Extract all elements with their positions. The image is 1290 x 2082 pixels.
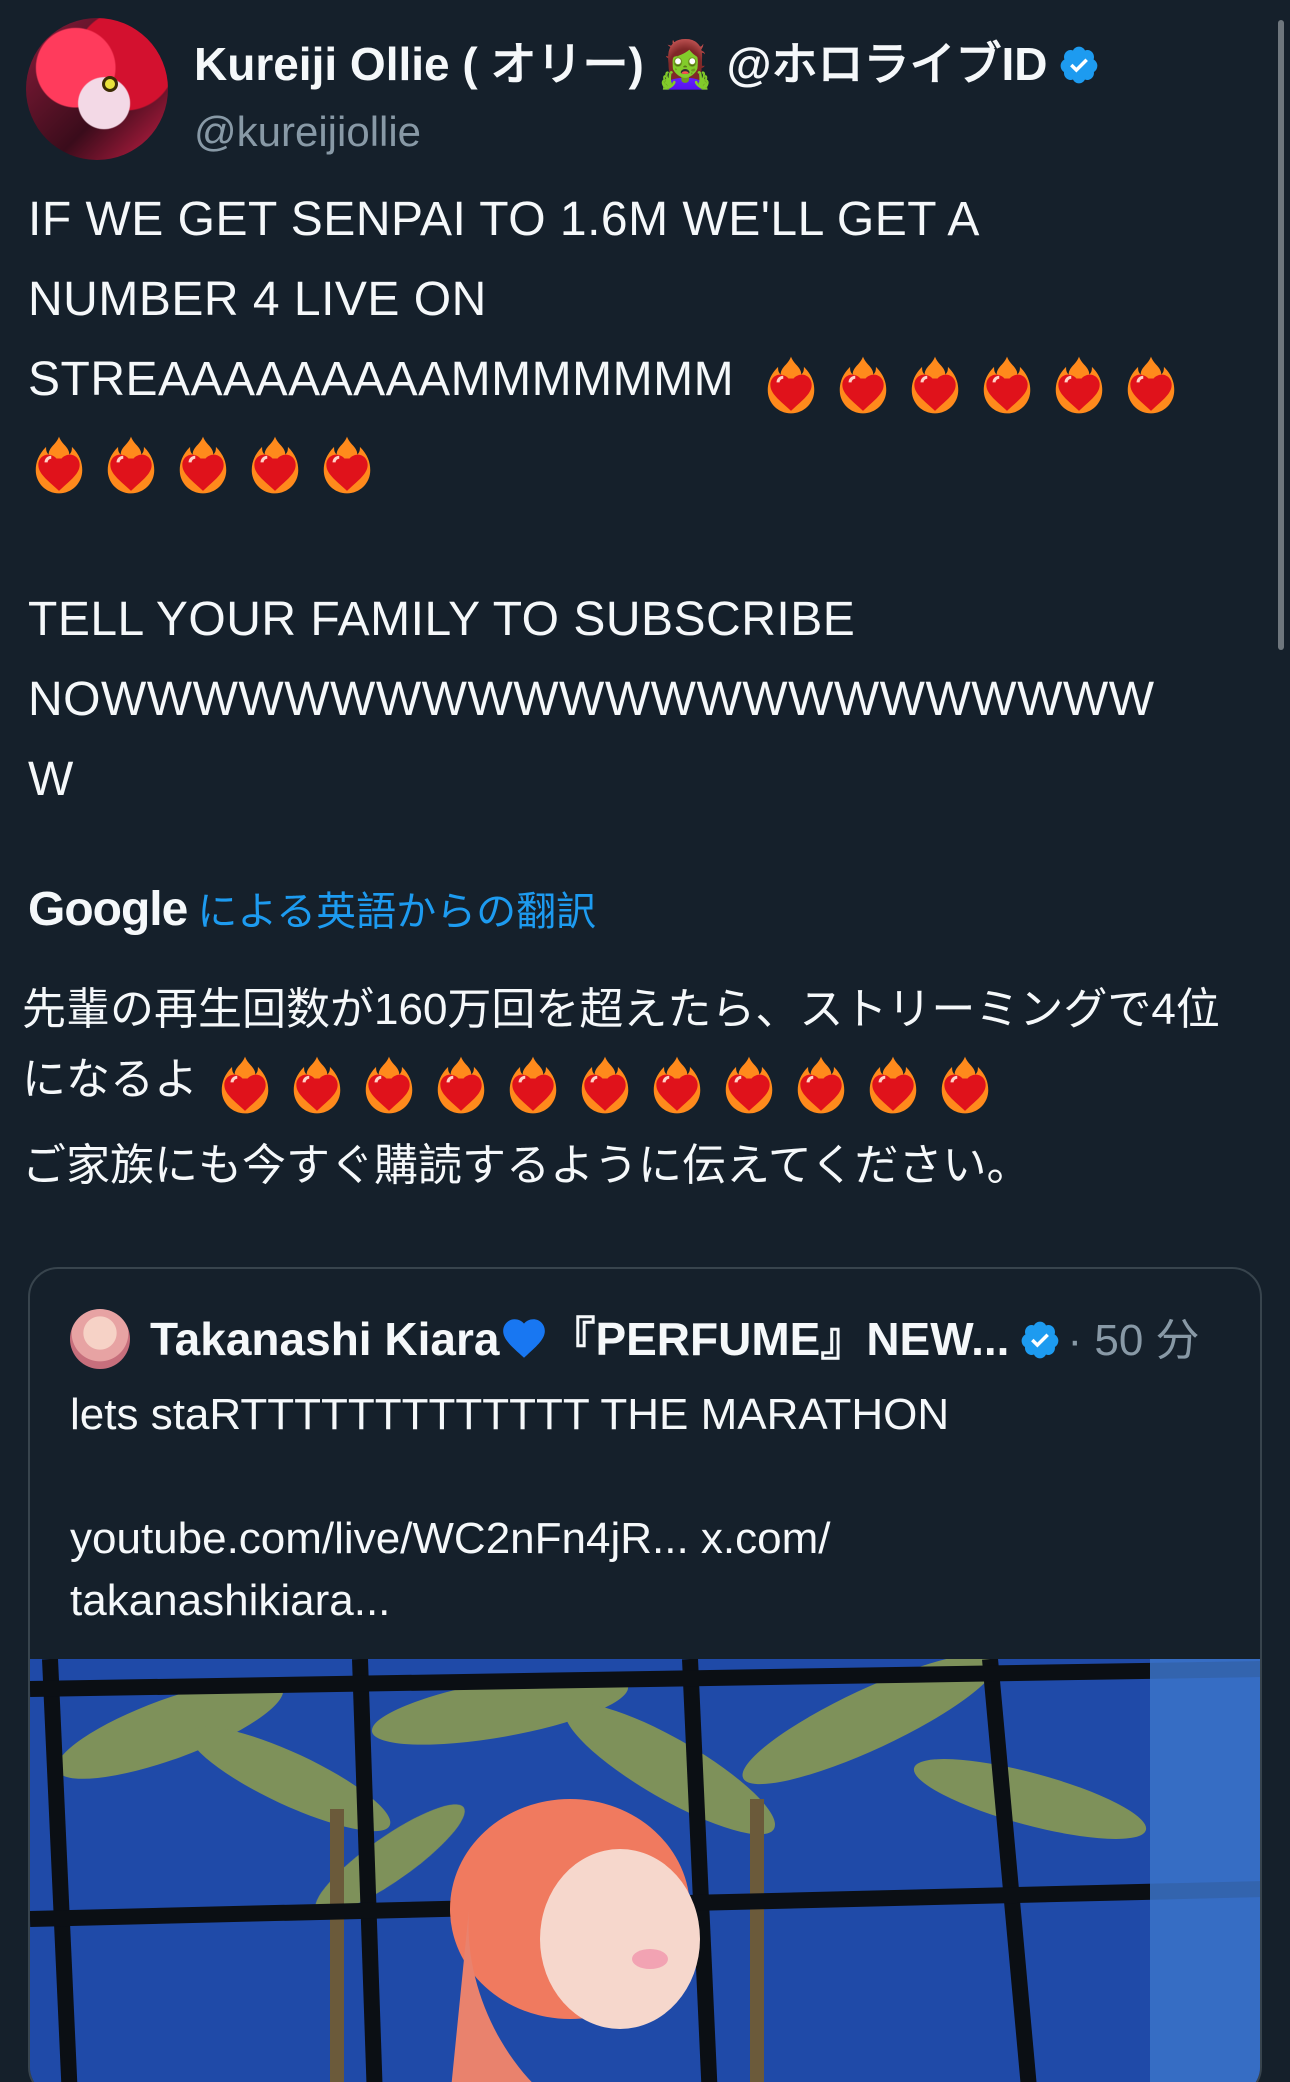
quoted-tweet-media[interactable] (30, 1659, 1260, 2082)
quoted-link-line[interactable]: takanashikiara... (70, 1570, 1220, 1632)
tweet-line: IF WE GET SENPAI TO 1.6M WE'LL GET A (28, 193, 980, 246)
heart-on-fire-emoji (869, 1056, 917, 1114)
google-logo-text: Google (28, 883, 188, 936)
heart-on-fire-emoji (581, 1056, 629, 1114)
verified-badge-icon (1060, 46, 1097, 84)
heart-on-fire-emoji (653, 1056, 701, 1114)
quoted-tweet-time: · 50 分 (1067, 1316, 1200, 1365)
author-avatar[interactable] (26, 18, 168, 160)
tweet-line: STREAAAAAAAAAMMMMMMM (28, 340, 1258, 420)
tweet-detail-screen: Kureiji Ollie ( オリー) 🧟‍♀️ @ホロライブID @kure… (0, 0, 1290, 2082)
tweet-line (28, 420, 1258, 500)
heart-emoji-row (214, 1047, 1006, 1117)
heart-on-fire-emoji (1055, 356, 1103, 414)
heart-on-fire-emoji (179, 436, 227, 494)
translated-line: ご家族にも今すぐ購読するように伝えてください。 (22, 1141, 1031, 1190)
heart-on-fire-emoji (983, 356, 1031, 414)
tweet-line: W (28, 753, 74, 806)
translation-credit[interactable]: Google による英語からの翻訳 (28, 880, 596, 940)
tweet-body: IF WE GET SENPAI TO 1.6M WE'LL GET A NUM… (28, 180, 1258, 820)
verified-badge-icon (1022, 1321, 1059, 1359)
quoted-tweet-card[interactable]: Takanashi Kiara 『PERFUME』NEW... · 50 分 let… (28, 1267, 1262, 2082)
heart-emoji-row (760, 342, 1192, 422)
heart-on-fire-emoji (323, 436, 371, 494)
heart-on-fire-emoji (725, 1056, 773, 1114)
translated-body: 先輩の再生回数が160万回を超えたら、ストリーミングで4位 になるよ ご家族にも… (22, 975, 1272, 1201)
heart-emoji-row (28, 422, 388, 502)
heart-on-fire-emoji (911, 356, 959, 414)
blue-heart-emoji (503, 1319, 546, 1358)
tweet-line: TELL YOUR FAMILY TO SUBSCRIBE (28, 593, 856, 646)
translated-line: 先輩の再生回数が160万回を超えたら、ストリーミングで4位 (22, 985, 1220, 1034)
heart-on-fire-emoji (797, 1056, 845, 1114)
tweet-line: NUMBER 4 LIVE ON (28, 273, 487, 326)
scrollbar[interactable] (1278, 20, 1284, 650)
heart-on-fire-emoji (1127, 356, 1175, 414)
heart-on-fire-emoji (839, 356, 887, 414)
author-handle[interactable]: @kureijiollie (194, 108, 421, 156)
quoted-link-line[interactable]: youtube.com/live/WC2nFn4jR... x.com/ (70, 1508, 1220, 1570)
quoted-author-name: Takanashi Kiara 『PERFUME』NEW... · 50 分 (150, 1313, 1200, 1365)
stream-thumbnail-image (30, 1659, 1260, 2082)
quoted-blank-line (70, 1446, 1220, 1508)
heart-on-fire-emoji (941, 1056, 989, 1114)
heart-on-fire-emoji (251, 436, 299, 494)
tweet-line: NOWWWWWWWWWWWWWWWWWWWWWWW (28, 673, 1155, 726)
heart-on-fire-emoji (365, 1056, 413, 1114)
tweet-author-header: Kureiji Ollie ( オリー) 🧟‍♀️ @ホロライブID @kure… (26, 18, 1266, 163)
quoted-line: lets staRTTTTTTTTTTTTT THE MARATHON (70, 1390, 950, 1439)
translated-line: になるよ (22, 1045, 1272, 1115)
quoted-author-avatar (70, 1309, 130, 1369)
heart-on-fire-emoji (221, 1056, 269, 1114)
heart-on-fire-emoji (509, 1056, 557, 1114)
heart-on-fire-emoji (293, 1056, 341, 1114)
quoted-tweet-body: lets staRTTTTTTTTTTTTT THE MARATHON yout… (70, 1384, 1220, 1632)
heart-on-fire-emoji (437, 1056, 485, 1114)
author-display-name[interactable]: Kureiji Ollie ( オリー) 🧟‍♀️ @ホロライブID (194, 32, 1100, 96)
quoted-tweet-header: Takanashi Kiara 『PERFUME』NEW... · 50 分 (70, 1307, 1230, 1371)
heart-on-fire-emoji (35, 436, 83, 494)
translation-source-link[interactable]: による英語からの翻訳 (197, 890, 596, 934)
heart-on-fire-emoji (107, 436, 155, 494)
heart-on-fire-emoji (767, 356, 815, 414)
